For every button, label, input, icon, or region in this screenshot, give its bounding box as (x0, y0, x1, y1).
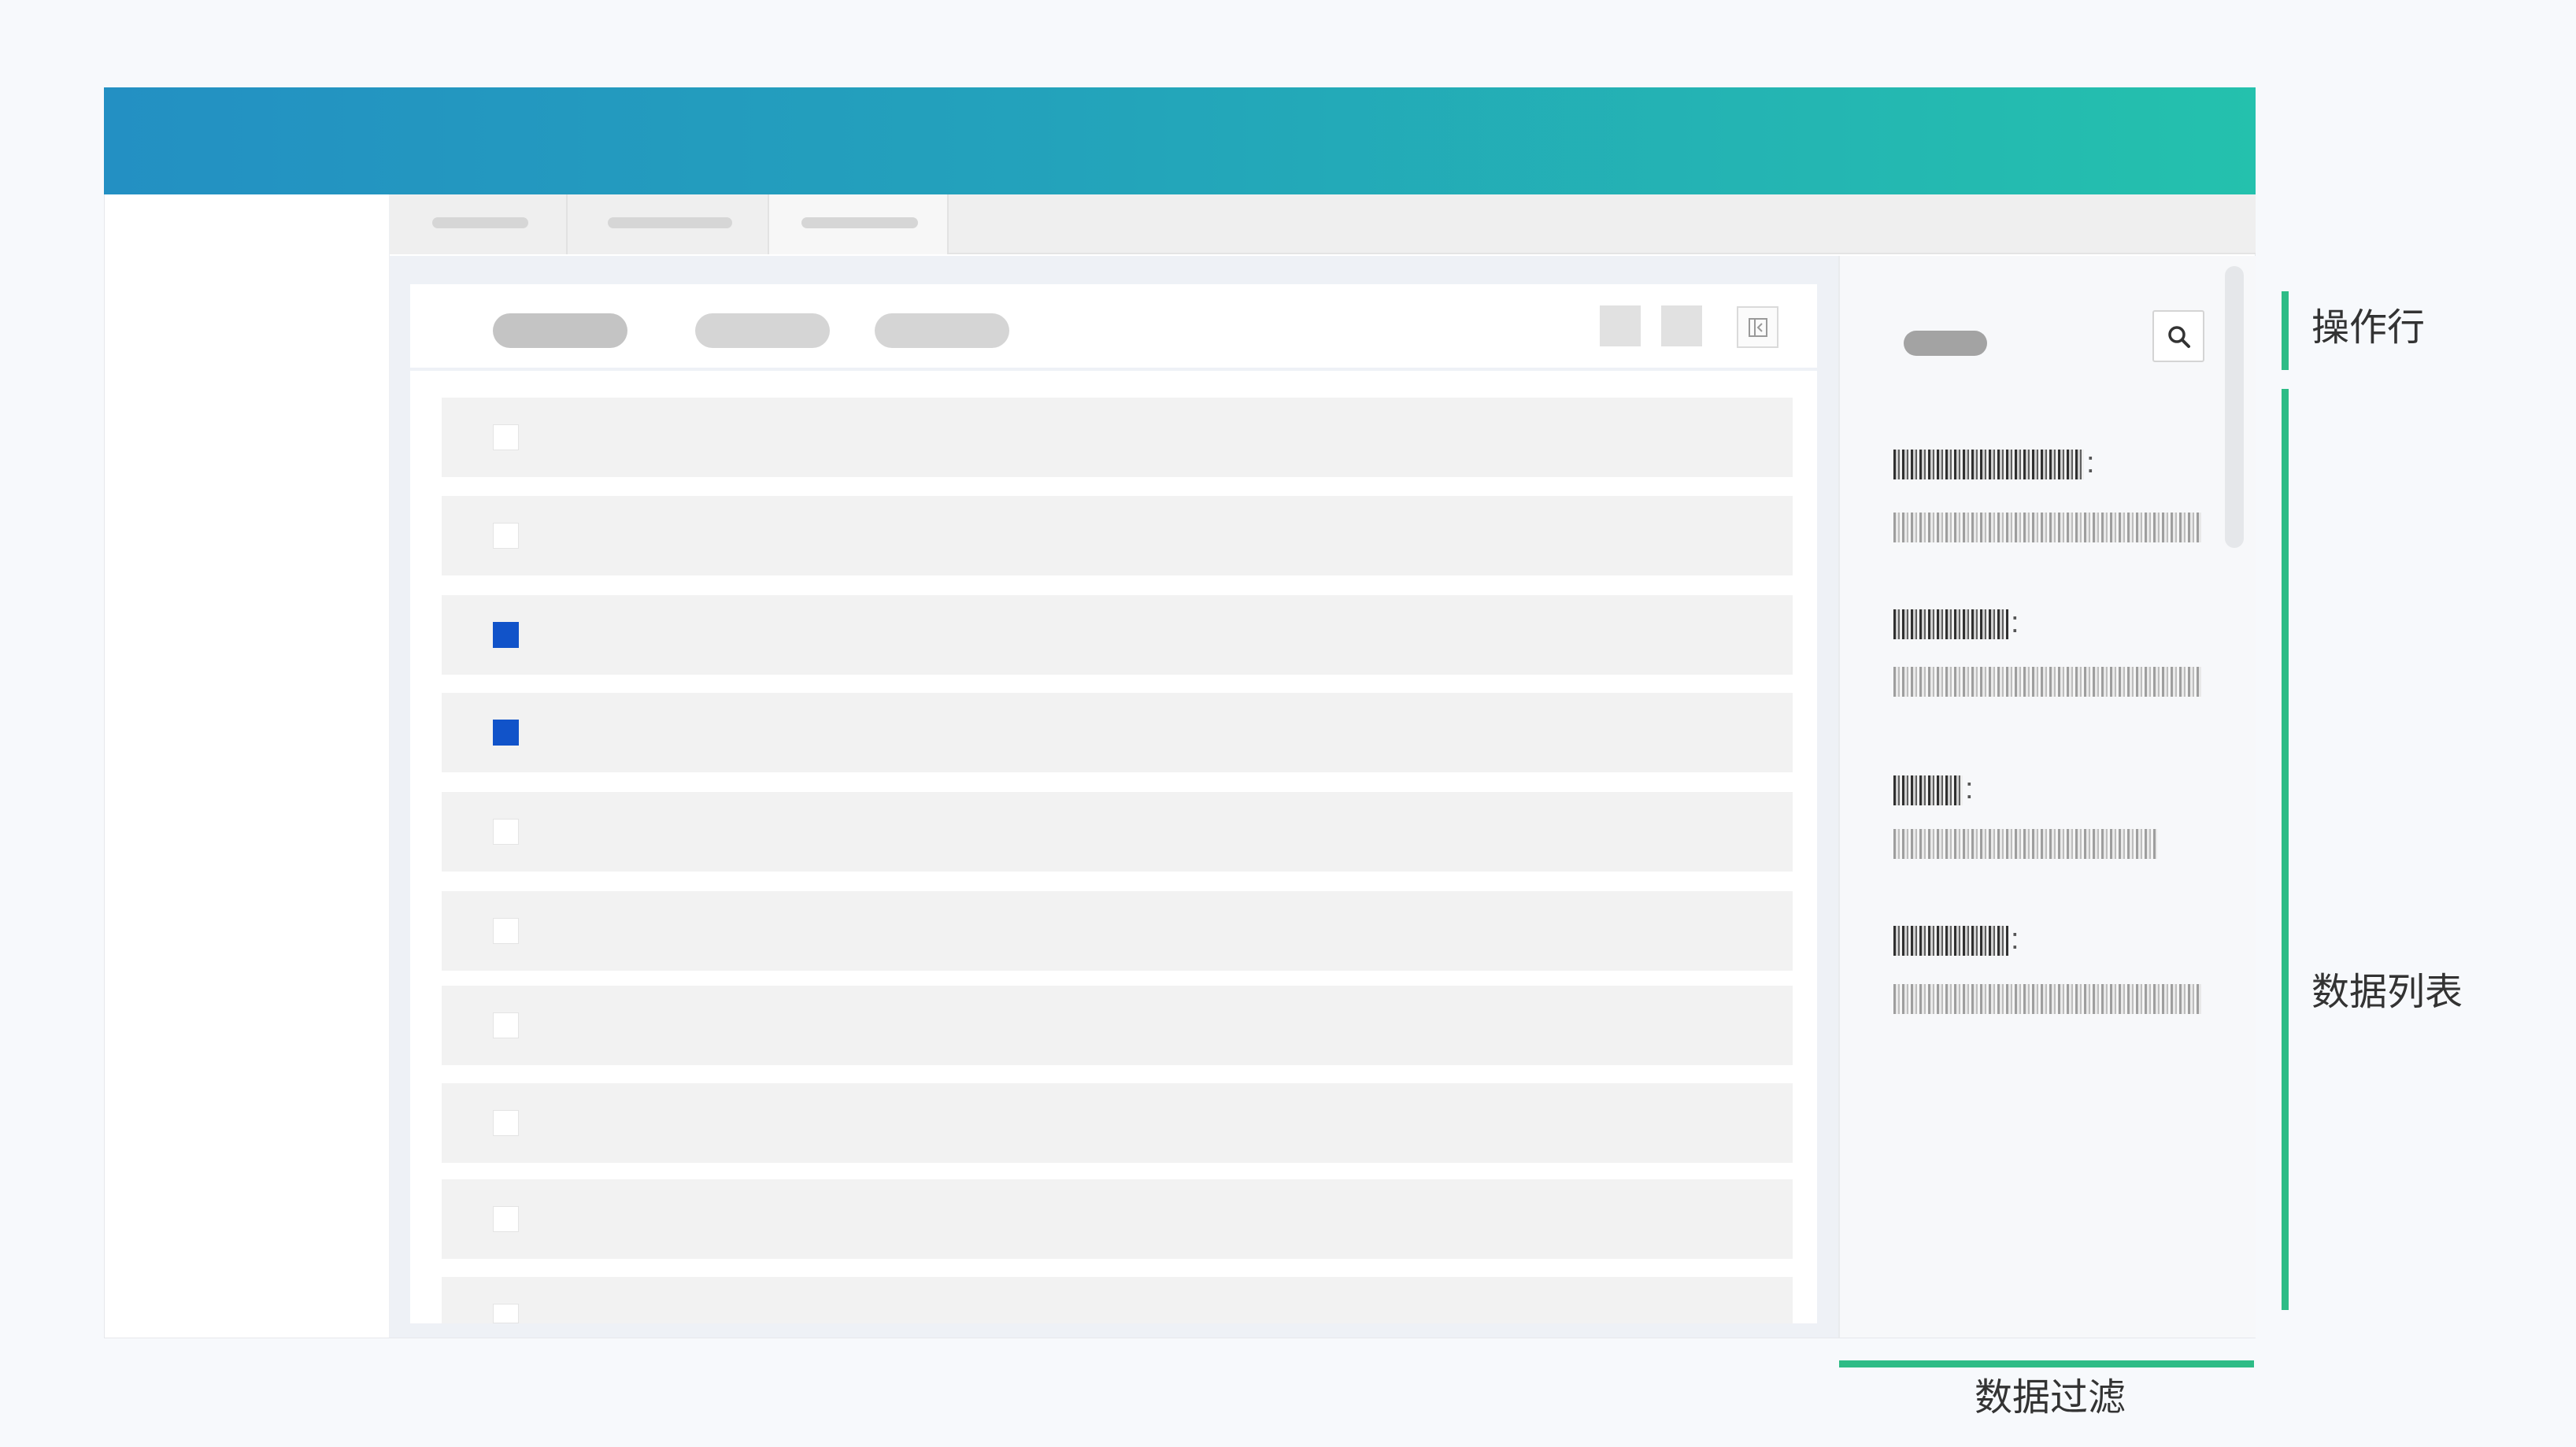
filter-field-3-input[interactable] (1893, 829, 2157, 859)
tab-2[interactable] (568, 194, 769, 254)
search-icon (2168, 326, 2190, 348)
filter-field-1-colon: : (2086, 446, 2095, 479)
filter-field-1-label (1893, 450, 2084, 479)
filter-field-4-label (1893, 926, 2008, 956)
filter-field-2-label (1893, 609, 2008, 639)
tab-1-label-placeholder (432, 217, 528, 228)
row-checkbox-checked[interactable] (493, 720, 519, 746)
list-row[interactable] (442, 1083, 1793, 1163)
list-row[interactable] (442, 496, 1793, 575)
data-filter-bracket (1839, 1360, 2254, 1367)
collapse-panel-icon[interactable] (1737, 306, 1778, 348)
filter-field-2-colon: : (2011, 606, 2019, 639)
action-button-1[interactable] (493, 313, 627, 348)
filter-field-4-input[interactable] (1893, 984, 2201, 1014)
filter-title-placeholder (1904, 331, 1987, 356)
row-checkbox[interactable] (493, 1110, 519, 1136)
list-row[interactable] (442, 891, 1793, 971)
tab-3-label-placeholder (801, 217, 918, 228)
list-row[interactable] (442, 398, 1793, 477)
action-row-annotation: 操作行 (2311, 307, 2426, 349)
action-button-2[interactable] (695, 313, 830, 348)
row-checkbox[interactable] (493, 1012, 519, 1038)
filter-field-2-input[interactable] (1893, 667, 2201, 697)
filter-scrollbar[interactable] (2225, 266, 2244, 548)
row-checkbox[interactable] (493, 424, 519, 450)
filter-field-3-colon: : (1965, 772, 1974, 805)
data-list-bracket (2282, 389, 2289, 1310)
tab-1[interactable] (390, 194, 568, 254)
tab-2-label-placeholder (608, 217, 732, 228)
data-filter-annotation: 数据过滤 (1975, 1377, 2126, 1419)
list-row[interactable] (442, 595, 1793, 675)
row-checkbox[interactable] (493, 1304, 519, 1323)
list-row[interactable] (442, 986, 1793, 1065)
filter-field-1-input[interactable] (1893, 513, 2201, 542)
tab-3-active[interactable] (769, 194, 949, 254)
row-checkbox[interactable] (493, 918, 519, 944)
placeholder-square-icon[interactable] (1661, 305, 1702, 346)
list-row[interactable] (442, 1179, 1793, 1259)
row-checkbox-checked[interactable] (493, 622, 519, 648)
list-row[interactable] (442, 792, 1793, 872)
row-checkbox[interactable] (493, 523, 519, 549)
action-button-3[interactable] (875, 313, 1009, 348)
left-nav (105, 194, 390, 1338)
app-header (104, 87, 2256, 194)
placeholder-square-icon[interactable] (1600, 305, 1641, 346)
action-row-bracket (2282, 291, 2289, 370)
row-checkbox[interactable] (493, 819, 519, 845)
filter-field-3-label (1893, 775, 1963, 805)
search-button[interactable] (2152, 310, 2204, 362)
filter-field-4-colon: : (2011, 923, 2019, 956)
data-list-annotation: 数据列表 (2311, 971, 2463, 1013)
row-checkbox[interactable] (493, 1206, 519, 1232)
list-row[interactable] (442, 1277, 1793, 1323)
list-row[interactable] (442, 693, 1793, 772)
